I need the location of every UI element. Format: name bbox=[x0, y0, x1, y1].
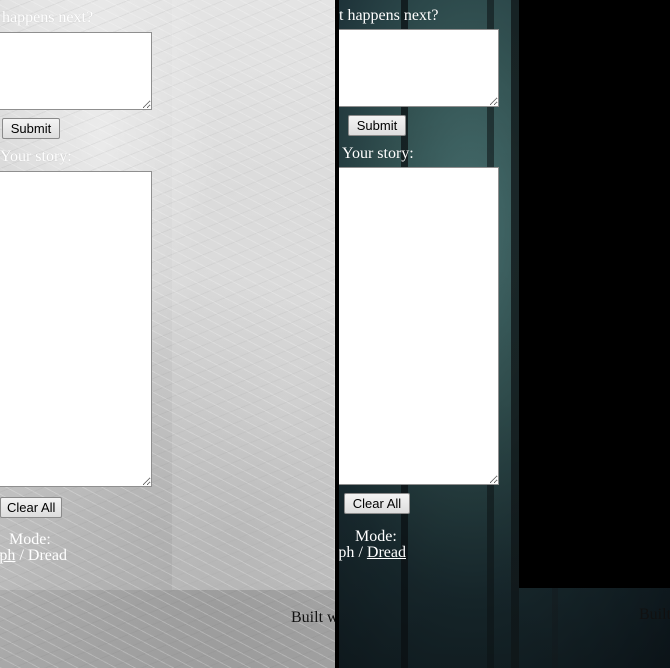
mode-separator: / bbox=[358, 544, 367, 561]
mode-label: Mode: bbox=[9, 531, 51, 548]
story-output[interactable] bbox=[339, 167, 499, 485]
mode-option-link[interactable]: Dread bbox=[367, 544, 406, 561]
left-panel: happens next? Submit Your story: Clear A… bbox=[0, 0, 335, 668]
left-panel-clip: happens next? Submit Your story: Clear A… bbox=[0, 0, 335, 668]
mode-option-current: Dread bbox=[27, 547, 67, 564]
footer-text: Built w bbox=[291, 609, 335, 626]
clear-all-button[interactable]: Clear All bbox=[0, 497, 62, 518]
split-screenshot: happens next? Submit Your story: Clear A… bbox=[0, 0, 670, 668]
mode-option-current: raph bbox=[339, 544, 355, 561]
submit-button[interactable]: Submit bbox=[2, 118, 60, 139]
mode-options: raph / Dread bbox=[0, 548, 67, 564]
right-story-form: t happens next? Submit Your story: Clear… bbox=[339, 0, 509, 590]
mode-separator: / bbox=[19, 547, 28, 564]
mode-label: Mode: bbox=[355, 528, 397, 545]
black-overlay-block bbox=[519, 0, 670, 588]
submit-button[interactable]: Submit bbox=[348, 115, 406, 136]
prompt-input[interactable] bbox=[0, 32, 152, 110]
footer-text: Built bbox=[639, 606, 670, 623]
mode-options: raph / Dread bbox=[339, 545, 406, 561]
story-output[interactable] bbox=[0, 171, 152, 487]
right-panel: t happens next? Submit Your story: Clear… bbox=[339, 0, 670, 668]
right-panel-clip: t happens next? Submit Your story: Clear… bbox=[339, 0, 670, 668]
mode-option-link[interactable]: raph bbox=[0, 547, 15, 564]
left-side-haze bbox=[172, 0, 335, 590]
story-label: Your story: bbox=[342, 145, 414, 162]
clear-all-button[interactable]: Clear All bbox=[344, 493, 410, 514]
story-label: Your story: bbox=[0, 148, 72, 165]
prompt-input[interactable] bbox=[339, 29, 499, 107]
prompt-label: t happens next? bbox=[339, 7, 439, 24]
left-story-form: happens next? Submit Your story: Clear A… bbox=[0, 0, 170, 590]
prompt-label: happens next? bbox=[2, 9, 94, 26]
